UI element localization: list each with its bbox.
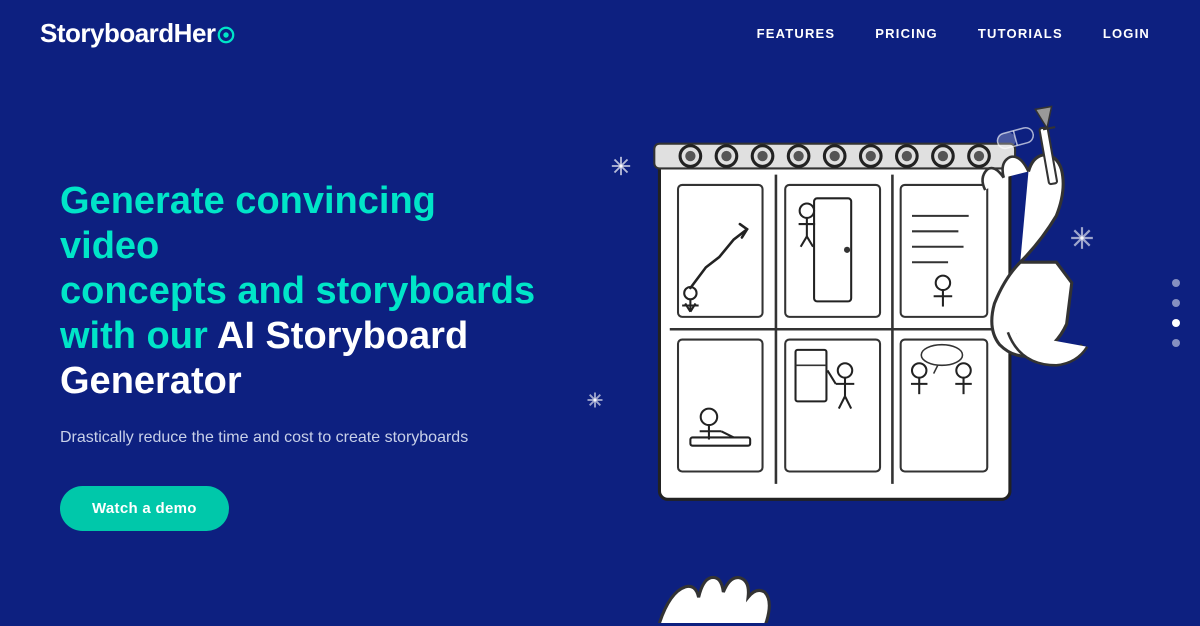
logo[interactable]: StoryboardHer	[40, 18, 236, 49]
dot-2[interactable]	[1172, 299, 1180, 307]
nav-login[interactable]: LOGIN	[1103, 26, 1150, 41]
hero-subheading: Drastically reduce the time and cost to …	[60, 426, 540, 450]
page-wrapper: StoryboardHer FEATURES PRICING TUTORIALS…	[0, 0, 1200, 626]
pagination-dots	[1172, 279, 1180, 347]
nav-features[interactable]: FEATURES	[757, 26, 836, 41]
logo-icon	[217, 26, 235, 44]
star-decoration-3	[585, 390, 605, 415]
main-nav: FEATURES PRICING TUTORIALS LOGIN	[757, 26, 1150, 41]
nav-tutorials[interactable]: TUTORIALS	[978, 26, 1063, 41]
dot-4[interactable]	[1172, 339, 1180, 347]
watch-demo-button[interactable]: Watch a demo	[60, 486, 229, 531]
star-decoration-2	[1069, 225, 1095, 256]
hero-left: Generate convincing videoconcepts and st…	[60, 179, 540, 530]
hero-headline: Generate convincing videoconcepts and st…	[60, 179, 540, 403]
nav-pricing[interactable]: PRICING	[875, 26, 938, 41]
dot-1[interactable]	[1172, 279, 1180, 287]
logo-text: StoryboardHer	[40, 18, 236, 49]
star-decoration-1	[610, 155, 632, 182]
dot-3[interactable]	[1172, 319, 1180, 327]
header: StoryboardHer FEATURES PRICING TUTORIALS…	[0, 0, 1200, 67]
